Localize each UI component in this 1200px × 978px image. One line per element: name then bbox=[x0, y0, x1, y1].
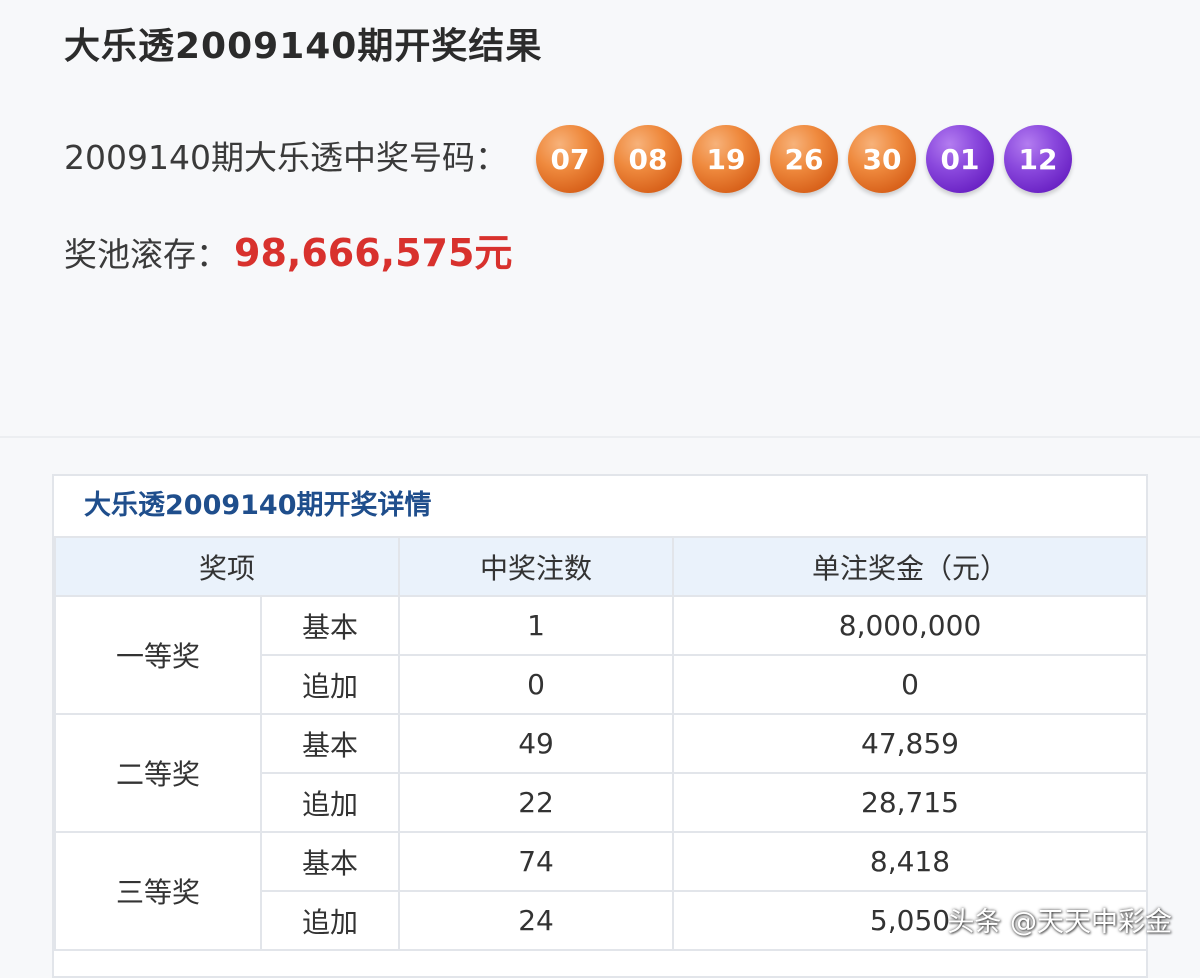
watermark: 头条 @天天中彩金 bbox=[947, 907, 1172, 938]
prize-amount: 8,000,000 bbox=[672, 595, 1149, 656]
winner-count: 49 bbox=[398, 713, 675, 774]
red-ball: 30 bbox=[848, 125, 916, 193]
prize-details-panel: 大乐透2009140期开奖详情 奖项 中奖注数 单注奖金（元） 一等奖 基本 1… bbox=[52, 474, 1149, 978]
prize-level: 三等奖 bbox=[54, 831, 262, 951]
winner-count: 0 bbox=[398, 654, 675, 715]
prize-type: 基本 bbox=[259, 831, 401, 892]
winning-numbers-label: 2009140期大乐透中奖号码： bbox=[64, 138, 508, 177]
winner-count: 74 bbox=[398, 831, 675, 892]
prize-table: 奖项 中奖注数 单注奖金（元） 一等奖 基本 1 8,000,000 追加 0 … bbox=[53, 536, 1149, 951]
prize-level: 二等奖 bbox=[54, 713, 262, 833]
prize-type: 基本 bbox=[259, 713, 401, 774]
jackpot-pool-label: 奖池滚存： bbox=[64, 235, 229, 274]
column-header-amount: 单注奖金（元） bbox=[672, 536, 1149, 597]
red-ball: 19 bbox=[692, 125, 760, 193]
red-ball: 07 bbox=[536, 125, 604, 193]
winner-count: 22 bbox=[398, 772, 675, 833]
red-ball: 26 bbox=[770, 125, 838, 193]
page-title: 大乐透2009140期开奖结果 bbox=[64, 26, 543, 67]
table-row: 三等奖 基本 74 8,418 bbox=[54, 831, 1149, 951]
results-section: 大乐透2009140期开奖结果 2009140期大乐透中奖号码： 07 08 1… bbox=[0, 0, 1200, 438]
winner-count: 24 bbox=[398, 890, 675, 951]
prize-type: 追加 bbox=[259, 890, 401, 951]
table-header-row: 奖项 中奖注数 单注奖金（元） bbox=[53, 536, 1149, 597]
jackpot-pool-value: 98,666,575元 bbox=[234, 231, 513, 275]
column-header-prize: 奖项 bbox=[53, 536, 401, 597]
column-header-count: 中奖注数 bbox=[398, 536, 675, 597]
winner-count: 1 bbox=[398, 595, 675, 656]
prize-type: 基本 bbox=[259, 595, 401, 656]
prize-type: 追加 bbox=[259, 654, 401, 715]
red-ball: 08 bbox=[614, 125, 682, 193]
prize-details-title: 大乐透2009140期开奖详情 bbox=[84, 490, 432, 521]
table-row: 二等奖 基本 49 47,859 bbox=[54, 713, 1149, 833]
prize-level: 一等奖 bbox=[54, 595, 262, 715]
prize-amount: 8,418 bbox=[672, 831, 1149, 892]
prize-amount: 0 bbox=[672, 654, 1149, 715]
prize-amount: 47,859 bbox=[672, 713, 1149, 774]
blue-ball: 12 bbox=[1004, 125, 1072, 193]
table-row: 一等奖 基本 1 8,000,000 bbox=[54, 595, 1149, 715]
prize-type: 追加 bbox=[259, 772, 401, 833]
prize-amount: 28,715 bbox=[672, 772, 1149, 833]
blue-ball: 01 bbox=[926, 125, 994, 193]
